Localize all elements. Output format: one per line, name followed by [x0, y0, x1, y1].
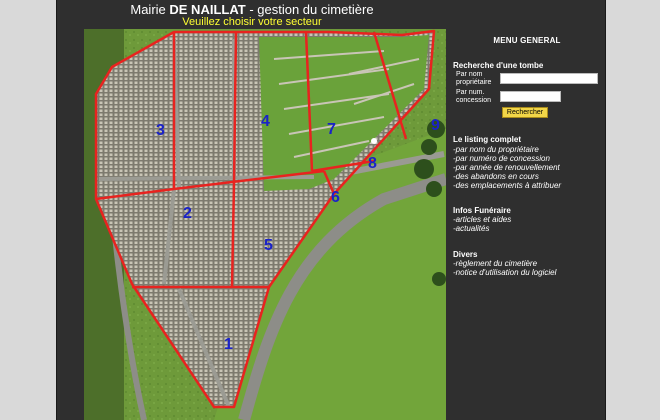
owner-label-line-2: propriétaire	[456, 79, 492, 86]
concession-number-label: Par num. concession	[456, 89, 491, 105]
search-button[interactable]: Rechercher	[502, 107, 548, 118]
page-title: Mairie DE NAILLAT - gestion du cimetière	[57, 2, 447, 17]
cemetery-rules-link[interactable]: -règlement du cimetière	[453, 259, 537, 268]
title-town: DE NAILLAT	[169, 2, 246, 17]
sector-label-7[interactable]: 7	[327, 121, 336, 138]
sector-label-6[interactable]: 6	[331, 189, 340, 206]
funeral-section-title: Infos Funéraire	[453, 206, 511, 215]
funeral-articles-link[interactable]: -articles et aides	[453, 215, 511, 224]
sector-label-4[interactable]: 4	[261, 113, 270, 130]
sector-label-5[interactable]: 5	[264, 237, 273, 254]
listing-section-title: Le listing complet	[453, 135, 522, 144]
misc-section-title: Divers	[453, 250, 478, 259]
main-frame: Mairie DE NAILLAT - gestion du cimetière…	[56, 0, 606, 420]
cemetery-map: 1 2 3 4 5 6 7 8 9	[84, 29, 446, 420]
sector-label-3[interactable]: 3	[156, 122, 165, 139]
owner-name-input[interactable]	[500, 73, 598, 84]
concession-label-line-1: Par num.	[456, 89, 485, 96]
sector-label-9[interactable]: 9	[431, 117, 440, 134]
title-prefix: Mairie	[130, 2, 170, 17]
listing-by-owner-link[interactable]: -par nom du propriétaire	[453, 145, 539, 154]
listing-available-plots-link[interactable]: -des emplacements à attribuer	[453, 181, 561, 190]
listing-by-concession-link[interactable]: -par numéro de concession	[453, 154, 550, 163]
software-manual-link[interactable]: -notice d'utilisation du logiciel	[453, 268, 556, 277]
sector-label-2[interactable]: 2	[183, 205, 192, 222]
listing-abandonments-link[interactable]: -des abandons en cours	[453, 172, 539, 181]
listing-by-renewal-year-link[interactable]: -par année de renouvellement	[453, 163, 560, 172]
concession-number-input[interactable]	[500, 91, 561, 102]
owner-label-line-1: Par nom	[456, 71, 483, 78]
menu-title: MENU GENERAL	[493, 36, 561, 45]
page-subtitle: Veuillez choisir votre secteur	[182, 16, 322, 28]
sector-label-8[interactable]: 8	[368, 155, 377, 172]
owner-name-label: Par nom propriétaire	[456, 71, 491, 87]
white-marker	[371, 138, 377, 144]
concession-label-line-2: concession	[456, 97, 492, 104]
search-section-title: Recherche d'une tombe	[453, 61, 544, 70]
funeral-news-link[interactable]: -actualités	[453, 224, 489, 233]
title-suffix: - gestion du cimetière	[245, 2, 374, 17]
cemetery-aerial-photo: 1 2 3 4 5 6 7 8 9	[84, 29, 446, 420]
sector-label-1[interactable]: 1	[224, 336, 233, 353]
